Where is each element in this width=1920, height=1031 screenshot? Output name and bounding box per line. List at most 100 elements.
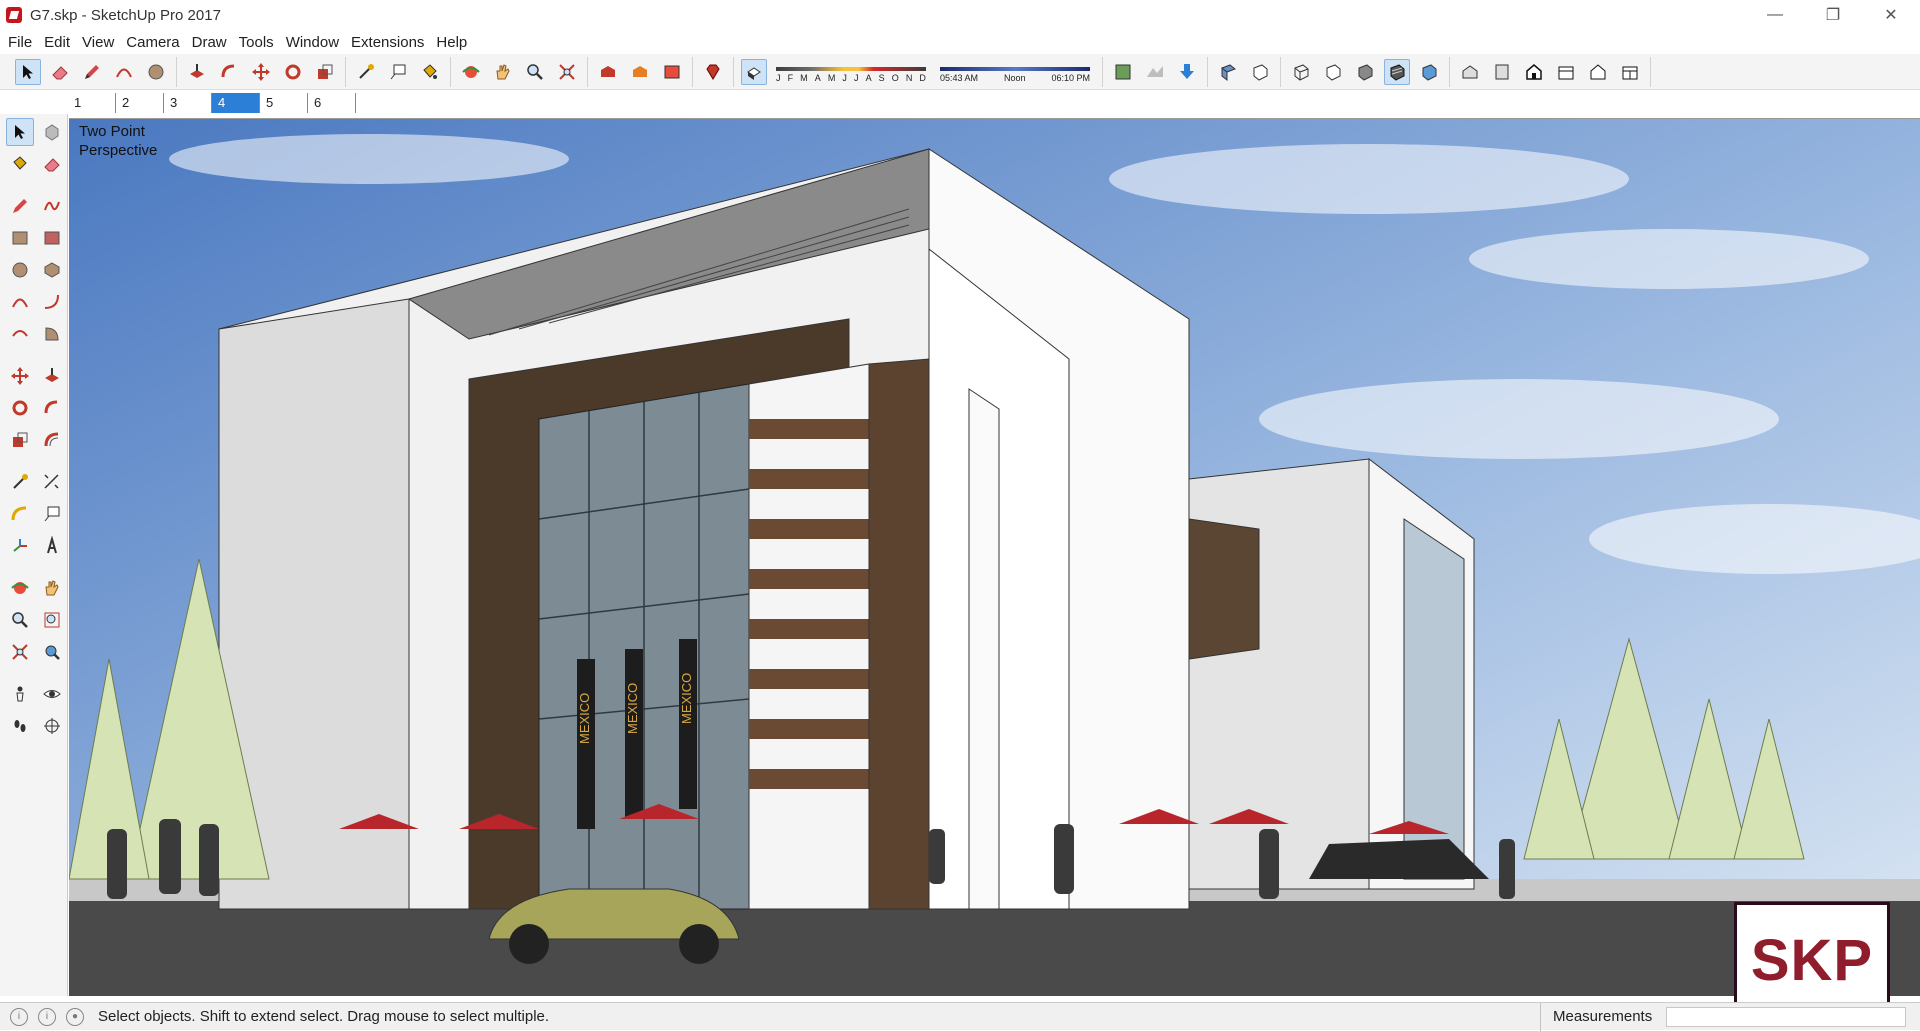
top-view-button[interactable] <box>1489 59 1515 85</box>
menu-file[interactable]: File <box>2 34 38 51</box>
credits-status-icon[interactable]: i <box>38 1007 56 1026</box>
monochrome-button[interactable] <box>1416 59 1442 85</box>
shadow-date-slider[interactable]: J F M A M J J A S O N D <box>776 59 926 85</box>
dimension-tool[interactable] <box>38 468 66 496</box>
shaded-button[interactable] <box>1352 59 1378 85</box>
3d-text-tool[interactable] <box>38 532 66 560</box>
previous-view-tool[interactable] <box>38 638 66 666</box>
two-point-arc-tool[interactable] <box>38 288 66 316</box>
maximize-button[interactable]: ❐ <box>1804 0 1862 30</box>
menu-window[interactable]: Window <box>280 34 345 51</box>
walk-tool[interactable] <box>6 712 34 740</box>
scene-tab-4[interactable]: 4 <box>212 93 260 113</box>
push-pull-button[interactable] <box>184 59 210 85</box>
wireframe-button[interactable] <box>1288 59 1314 85</box>
geo-location-status-icon[interactable]: i <box>10 1007 28 1026</box>
zoom-button[interactable] <box>522 59 548 85</box>
share-component-button[interactable] <box>627 59 653 85</box>
3d-warehouse-button[interactable] <box>595 59 621 85</box>
pie-tool[interactable] <box>38 320 66 348</box>
menu-camera[interactable]: Camera <box>120 34 185 51</box>
scene-tab-5[interactable]: 5 <box>260 93 308 113</box>
minimize-button[interactable]: — <box>1746 0 1804 30</box>
shadow-time-slider[interactable]: 05:43 AM Noon 06:10 PM <box>940 59 1090 85</box>
rotate-button[interactable] <box>280 59 306 85</box>
rotated-rectangle-tool[interactable] <box>38 224 66 252</box>
follow-me-button[interactable] <box>216 59 242 85</box>
menu-view[interactable]: View <box>76 34 120 51</box>
select-tool-button[interactable] <box>15 58 41 85</box>
back-edges-button[interactable] <box>1247 59 1273 85</box>
zoom-extents-button[interactable] <box>554 59 580 85</box>
push-pull-tool[interactable] <box>38 362 66 390</box>
line-tool[interactable] <box>6 192 34 220</box>
circle-tool[interactable] <box>6 256 34 284</box>
user-account-icon[interactable]: ● <box>66 1007 84 1026</box>
iso-view-button[interactable] <box>1457 59 1483 85</box>
select-tool[interactable] <box>6 118 34 146</box>
look-around-tool[interactable] <box>38 680 66 708</box>
menu-edit[interactable]: Edit <box>38 34 76 51</box>
scene-tab-3[interactable]: 3 <box>164 93 212 113</box>
menu-tools[interactable]: Tools <box>233 34 280 51</box>
tape-measure-tool[interactable] <box>6 468 34 496</box>
make-component-tool[interactable] <box>38 118 66 146</box>
orbit-button[interactable] <box>458 59 484 85</box>
three-point-arc-tool[interactable] <box>6 320 34 348</box>
paint-bucket-button[interactable] <box>417 59 443 85</box>
shadows-toggle-button[interactable] <box>741 58 767 85</box>
extension-warehouse-button[interactable] <box>659 59 685 85</box>
xray-style-button[interactable] <box>1215 59 1241 85</box>
measurements-input[interactable] <box>1666 1007 1906 1027</box>
section-plane-tool[interactable] <box>38 712 66 740</box>
polygon-tool[interactable] <box>38 256 66 284</box>
move-tool[interactable] <box>6 362 34 390</box>
rectangle-tool[interactable] <box>6 224 34 252</box>
shaded-with-textures-button[interactable] <box>1384 58 1410 85</box>
extension-warehouse-icon <box>664 65 680 78</box>
paint-bucket-tool[interactable] <box>6 150 34 178</box>
move-button[interactable] <box>248 59 274 85</box>
arc-tool[interactable] <box>6 288 34 316</box>
orbit-tool[interactable] <box>6 574 34 602</box>
shapes-tool-button[interactable] <box>143 59 169 85</box>
scene-tab-2[interactable]: 2 <box>116 93 164 113</box>
add-location-button[interactable] <box>1174 59 1200 85</box>
front-view-button[interactable] <box>1521 59 1547 85</box>
pan-button[interactable] <box>490 59 516 85</box>
menu-draw[interactable]: Draw <box>186 34 233 51</box>
zoom-tool[interactable] <box>6 606 34 634</box>
pan-tool[interactable] <box>38 574 66 602</box>
scene-tab-1[interactable]: 1 <box>68 93 116 113</box>
freehand-tool[interactable] <box>38 192 66 220</box>
ruby-console-button[interactable] <box>700 59 726 85</box>
left-view-button[interactable] <box>1617 59 1643 85</box>
protractor-tool[interactable] <box>6 500 34 528</box>
zoom-extents-tool[interactable] <box>6 638 34 666</box>
back-view-button[interactable] <box>1585 59 1611 85</box>
zoom-window-tool[interactable] <box>38 606 66 634</box>
geo-location-button[interactable] <box>1110 59 1136 85</box>
text-tool-button[interactable] <box>385 59 411 85</box>
scale-tool[interactable] <box>6 426 34 454</box>
scene-tab-6[interactable]: 6 <box>308 93 356 113</box>
text-tool[interactable] <box>38 500 66 528</box>
close-button[interactable]: ✕ <box>1862 0 1920 30</box>
rotate-tool[interactable] <box>6 394 34 422</box>
scale-button[interactable] <box>312 59 338 85</box>
eraser-tool[interactable] <box>38 150 66 178</box>
right-view-button[interactable] <box>1553 59 1579 85</box>
offset-tool[interactable] <box>38 426 66 454</box>
menu-help[interactable]: Help <box>430 34 473 51</box>
tape-measure-button[interactable] <box>353 59 379 85</box>
eraser-tool-button[interactable] <box>47 59 73 85</box>
model-viewport[interactable]: MEXICO MEXICO MEXICO Two Point Perspecti… <box>69 118 1920 996</box>
toggle-terrain-button[interactable] <box>1142 59 1168 85</box>
hidden-line-button[interactable] <box>1320 59 1346 85</box>
arc-tool-button[interactable] <box>111 59 137 85</box>
position-camera-tool[interactable] <box>6 680 34 708</box>
axes-tool[interactable] <box>6 532 34 560</box>
menu-extensions[interactable]: Extensions <box>345 34 430 51</box>
line-tool-button[interactable] <box>79 59 105 85</box>
follow-me-tool[interactable] <box>38 394 66 422</box>
